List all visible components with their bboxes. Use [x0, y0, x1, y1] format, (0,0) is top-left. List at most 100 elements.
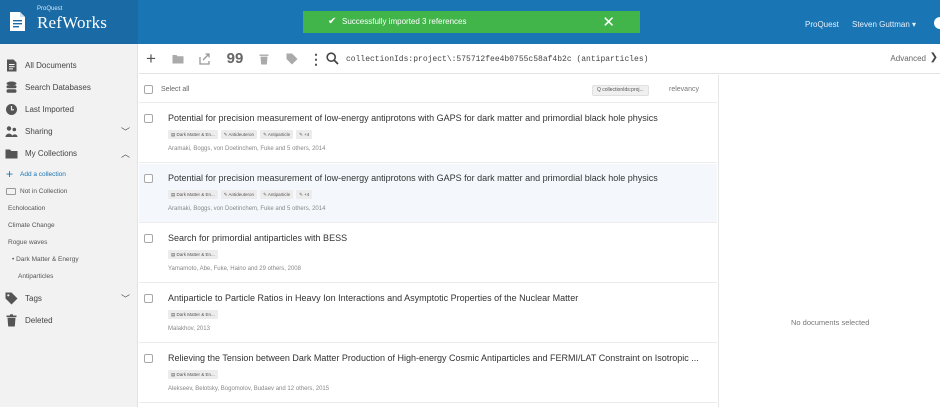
trash-icon [6, 314, 17, 327]
sidebar-item-deleted[interactable]: Deleted [0, 309, 138, 331]
chevron-down-icon[interactable]: ﹀ [121, 292, 130, 305]
more-tags-badge[interactable]: ✎ +4 [296, 130, 313, 139]
search-input[interactable]: collectionIds:project\:575712fee4b0755c5… [346, 55, 648, 64]
share-button[interactable] [196, 50, 214, 68]
plus-icon: + [6, 167, 14, 181]
collection-label: Echolocation [8, 205, 46, 212]
sidebar-item-label: Last Imported [25, 105, 74, 114]
reference-authors: Aramaki, Boggs, von Doetinchem, Fuke and… [168, 146, 326, 152]
collection-rogue-waves[interactable]: Rogue waves [0, 235, 138, 251]
collection-tag[interactable]: ▤ Dark Matter & En... [168, 310, 218, 319]
tag-list: ▤ Dark Matter & En... [168, 310, 221, 319]
sidebar-item-last-imported[interactable]: Last Imported [0, 98, 138, 120]
tag-button[interactable] [283, 50, 301, 68]
tag-list: ▤ Dark Matter & En... ✎ Antideuteron ✎ Ant… [168, 190, 315, 199]
advanced-search-link[interactable]: Advanced [890, 54, 926, 63]
collection-tag[interactable]: ▤ Dark Matter & En... [168, 370, 218, 379]
tag-icon [5, 292, 18, 305]
keyword-tag[interactable]: ✎ Antiparticle [260, 190, 294, 199]
people-icon [5, 126, 18, 137]
chevron-right-icon[interactable]: ❯ [930, 52, 938, 63]
row-checkbox[interactable] [144, 294, 153, 303]
collection-antiparticles[interactable]: Antiparticles [0, 269, 138, 285]
sidebar-item-search-databases[interactable]: Search Databases [0, 76, 138, 98]
keyword-tag[interactable]: ✎ Antideuteron [220, 130, 258, 139]
proquest-link[interactable]: ProQuest [805, 20, 839, 29]
sidebar-item-label: All Documents [25, 61, 77, 70]
trash-icon [259, 54, 269, 65]
collection-label: Rogue waves [8, 239, 48, 246]
collection-climate-change[interactable]: Climate Change [0, 218, 138, 234]
results-list: Select all Q collectionIds:proj... relev… [139, 75, 717, 407]
reference-title[interactable]: Potential for precision measurement of l… [168, 173, 658, 183]
reference-authors: Aramaki, Boggs, von Doetinchem, Fuke and… [168, 206, 326, 212]
sidebar-item-label: Search Databases [25, 83, 91, 92]
close-icon[interactable]: ✕ [602, 13, 615, 31]
tag-list: ▤ Dark Matter & En... [168, 250, 221, 259]
collection-tag[interactable]: ▤ Dark Matter & En... [168, 250, 218, 259]
top-bar: ProQuest RefWorks ✔ Successfully importe… [0, 0, 940, 44]
select-all-label[interactable]: Select all [161, 86, 189, 93]
row-checkbox[interactable] [144, 174, 153, 183]
document-logo-icon [10, 12, 25, 31]
folder-icon [5, 149, 18, 159]
help-icon[interactable] [934, 17, 940, 29]
sidebar-item-sharing[interactable]: Sharing ﹀ [0, 120, 138, 142]
document-icon [7, 59, 17, 72]
collection-tag[interactable]: ▤ Dark Matter & En... [168, 130, 218, 139]
collection-not-in-collection[interactable]: Not in Collection [0, 184, 138, 200]
logo[interactable]: ProQuest RefWorks [0, 0, 138, 44]
reference-row[interactable]: Antiparticle to Particle Ratios in Heavy… [139, 284, 717, 343]
more-tags-badge[interactable]: ✎ +4 [296, 190, 313, 199]
cite-button[interactable]: 99 [226, 50, 244, 68]
sort-dropdown[interactable]: relevancy [669, 86, 699, 93]
reference-row[interactable]: Potential for precision measurement of l… [139, 164, 717, 223]
row-checkbox[interactable] [144, 234, 153, 243]
reference-title[interactable]: Relieving the Tension between Dark Matte… [168, 353, 699, 363]
reference-title[interactable]: Potential for precision measurement of l… [168, 113, 658, 123]
search-filter-pill[interactable]: Q collectionIds:proj... [592, 85, 649, 96]
reference-title[interactable]: Search for primordial antiparticles with… [168, 233, 347, 243]
tag-list: ▤ Dark Matter & En... ✎ Antideuteron ✎ Ant… [168, 130, 315, 139]
reference-title[interactable]: Antiparticle to Particle Ratios in Heavy… [168, 293, 578, 303]
add-to-folder-button[interactable] [169, 50, 187, 68]
refworks-app: ProQuest RefWorks ✔ Successfully importe… [0, 0, 940, 407]
toolbar: + 99 ⋮ collectionIds:project\:575712fee4… [139, 44, 940, 74]
sidebar-item-label: Sharing [25, 127, 53, 136]
folder-outline-icon [6, 188, 16, 195]
chevron-up-icon[interactable]: ︿ [121, 147, 130, 160]
tag-list: ▤ Dark Matter & En... [168, 370, 221, 379]
keyword-tag[interactable]: ✎ Antideuteron [220, 190, 258, 199]
reference-authors: Alekseev, Belotsky, Bogomolov, Budaev an… [168, 386, 330, 392]
collection-label: • Dark Matter & Energy [12, 256, 79, 263]
chevron-down-icon[interactable]: ﹀ [121, 125, 130, 138]
tag-icon [286, 53, 298, 65]
more-options-button[interactable]: ⋮ [307, 50, 325, 68]
row-checkbox[interactable] [144, 354, 153, 363]
check-icon: ✔ [328, 16, 337, 27]
keyword-tag[interactable]: ✎ Antiparticle [260, 130, 294, 139]
sidebar-item-all-documents[interactable]: All Documents [0, 54, 138, 76]
user-menu[interactable]: Steven Guttman ▾ [852, 20, 916, 29]
detail-pane: No documents selected [718, 75, 940, 407]
brand-proquest-label: ProQuest [37, 6, 63, 12]
add-reference-button[interactable]: + [142, 50, 160, 68]
row-checkbox[interactable] [144, 114, 153, 123]
collection-label: Antiparticles [18, 273, 54, 280]
sidebar-item-label: Tags [25, 294, 42, 303]
add-collection-link[interactable]: + Add a collection [0, 167, 138, 183]
reference-row[interactable]: Potential for precision measurement of l… [139, 104, 717, 163]
sidebar-item-tags[interactable]: Tags ﹀ [0, 287, 138, 309]
sidebar-item-label: My Collections [25, 149, 78, 158]
sidebar-item-my-collections[interactable]: My Collections ︿ [0, 142, 138, 164]
delete-button[interactable] [255, 50, 273, 68]
collection-echolocation[interactable]: Echolocation [0, 201, 138, 217]
collection-label: Climate Change [8, 222, 55, 229]
folder-add-icon [172, 55, 184, 64]
select-all-checkbox[interactable] [144, 85, 153, 94]
search-bar[interactable]: collectionIds:project\:575712fee4b0755c5… [326, 49, 896, 69]
collection-dark-matter-energy[interactable]: • Dark Matter & Energy [0, 252, 138, 268]
collection-tag[interactable]: ▤ Dark Matter & En... [168, 190, 218, 199]
reference-row[interactable]: Search for primordial antiparticles with… [139, 224, 717, 283]
reference-row[interactable]: Relieving the Tension between Dark Matte… [139, 344, 717, 403]
